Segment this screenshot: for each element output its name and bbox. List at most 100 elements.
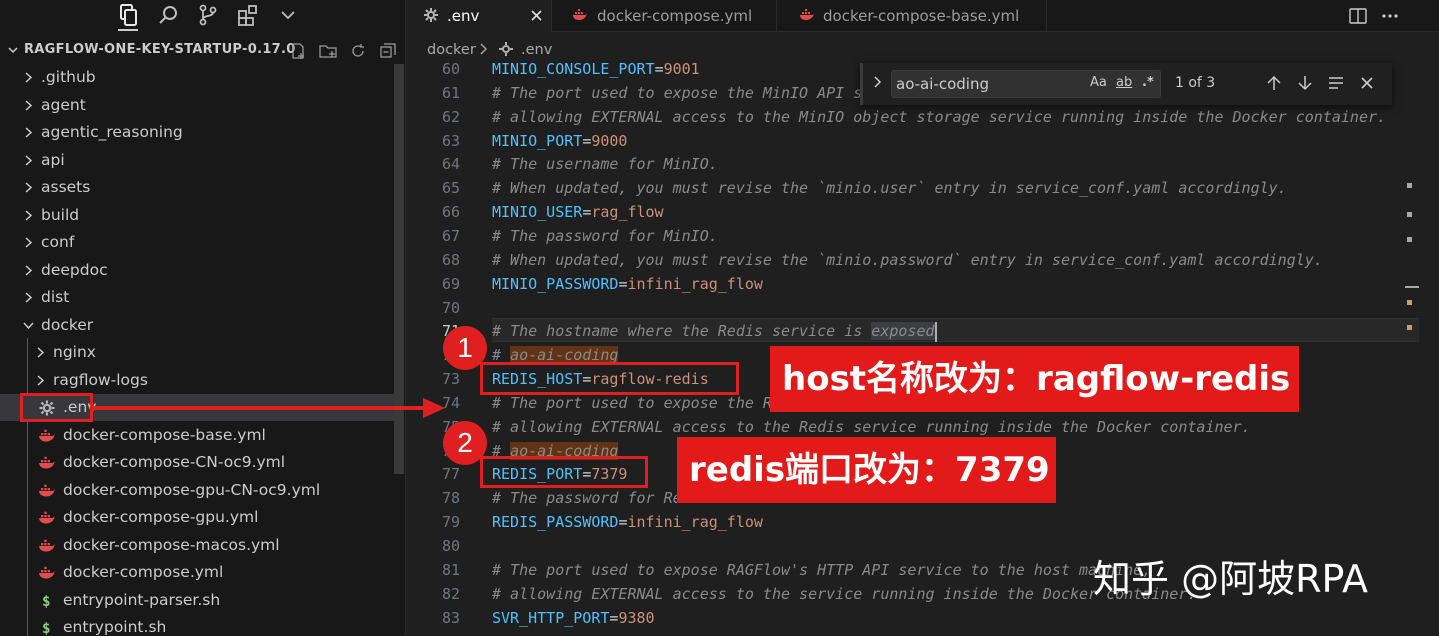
code-line[interactable]: # When updated, you must revise the `min… — [492, 248, 1323, 272]
match-case-toggle[interactable]: Aa — [1090, 75, 1107, 90]
breadcrumb-folder[interactable]: docker — [427, 42, 476, 58]
breadcrumb-file[interactable]: .env — [521, 42, 552, 58]
tree-item[interactable]: docker-compose-gpu-CN-oc9.yml — [0, 477, 394, 504]
code-line[interactable]: MINIO_CONSOLE_PORT=9001 — [492, 60, 700, 81]
more-actions-icon[interactable] — [1380, 6, 1400, 26]
line-number: 67 — [441, 227, 460, 245]
tree-item[interactable]: dist — [0, 284, 394, 311]
chevron-right-icon[interactable] — [22, 264, 35, 277]
code-line[interactable]: # The hostname where the Redis service i… — [492, 319, 937, 343]
tree-item[interactable]: docker-compose-gpu.yml — [0, 504, 394, 531]
tree-item[interactable]: docker-compose.yml — [0, 559, 394, 586]
gear-icon — [498, 41, 514, 61]
ruler-cursor — [1405, 286, 1419, 288]
code-line[interactable]: MINIO_PORT=9000 — [492, 129, 627, 153]
overview-ruler — [1405, 60, 1419, 636]
line-number: 77 — [441, 465, 460, 483]
tree-item[interactable]: api — [0, 147, 394, 174]
code-line[interactable]: # When updated, you must revise the `min… — [492, 176, 1287, 200]
chevron-right-icon — [479, 41, 489, 61]
collapse-all-icon[interactable] — [378, 41, 398, 61]
code-line[interactable]: # allowing EXTERNAL access to the servic… — [492, 582, 1196, 606]
chevron-right-icon[interactable] — [871, 75, 885, 89]
tree-item-label: deepdoc — [41, 260, 108, 279]
line-number: 82 — [441, 585, 460, 603]
tree-item[interactable]: $ entrypoint-parser.sh — [0, 587, 394, 614]
source-control-icon[interactable] — [195, 2, 221, 28]
find-in-selection-icon[interactable] — [1326, 73, 1346, 93]
line-number: 64 — [441, 155, 460, 173]
code-line[interactable]: # The port used to expose RAGFlow's HTTP… — [492, 558, 1151, 582]
tree-item[interactable]: agent — [0, 92, 394, 119]
tree-item[interactable]: docker-compose-macos.yml — [0, 532, 394, 559]
explorer-sidebar: RAGFLOW-ONE-KEY-STARTUP-0.17.0 .github ag… — [0, 0, 406, 636]
tree-item[interactable]: nginx — [0, 339, 394, 366]
code-line[interactable]: # The username for MinIO. — [492, 152, 718, 176]
tree-item[interactable]: docker — [0, 312, 394, 339]
ruler-mark — [1407, 325, 1412, 330]
close-icon[interactable] — [529, 8, 544, 23]
code-line[interactable]: # The password for MinIO. — [492, 224, 718, 248]
code-line[interactable]: # allowing EXTERNAL access to the MinIO … — [492, 105, 1386, 129]
chevron-down-icon[interactable] — [275, 2, 301, 28]
close-icon[interactable] — [1357, 73, 1377, 93]
chevron-right-icon[interactable] — [22, 154, 35, 167]
chevron-right-icon[interactable] — [34, 346, 47, 359]
line-number: 70 — [441, 299, 460, 317]
tree-item-label: .github — [41, 68, 96, 86]
line-number: 73 — [441, 370, 460, 388]
new-file-icon[interactable] — [288, 41, 308, 61]
tab-label: docker-compose-base.yml — [823, 7, 1020, 25]
arrow-down-icon[interactable] — [1295, 73, 1315, 93]
chevron-right-icon[interactable] — [22, 71, 35, 84]
code-line[interactable]: MINIO_PASSWORD=infini_rag_flow — [492, 272, 763, 296]
code-line[interactable]: MINIO_USER=rag_flow — [492, 200, 664, 224]
chevron-right-icon[interactable] — [22, 181, 35, 194]
tab-docker-compose-base[interactable]: docker-compose-base.yml — [777, 0, 1047, 32]
whole-word-toggle[interactable]: ab — [1116, 75, 1132, 90]
chevron-down-icon[interactable] — [22, 319, 35, 332]
regex-toggle[interactable]: .* — [1142, 75, 1154, 90]
refresh-icon[interactable] — [348, 41, 368, 61]
explorer-header[interactable]: RAGFLOW-ONE-KEY-STARTUP-0.17.0 — [0, 38, 406, 64]
tree-item-label: agent — [41, 95, 86, 114]
code-line[interactable]: # allowing EXTERNAL access to the Redis … — [492, 415, 1251, 439]
tree-item[interactable]: ragflow-logs — [0, 367, 394, 394]
docker-icon — [39, 456, 55, 469]
text-cursor — [934, 321, 937, 342]
tree-item[interactable]: conf — [0, 229, 394, 256]
arrow-up-icon[interactable] — [1264, 73, 1284, 93]
ruler-mark — [1407, 237, 1412, 242]
chevron-right-icon[interactable] — [22, 291, 35, 304]
docker-icon — [39, 539, 55, 551]
search-icon[interactable] — [156, 2, 182, 28]
extensions-icon[interactable] — [235, 2, 261, 28]
tree-item[interactable]: agentic_reasoning — [0, 119, 394, 146]
tree-item[interactable]: deepdoc — [0, 257, 394, 284]
activity-toolbar — [0, 0, 406, 31]
tree-item[interactable]: docker-compose-base.yml — [0, 422, 394, 449]
docker-icon — [39, 429, 55, 441]
tab-env[interactable]: .env — [407, 0, 552, 32]
explorer-icon[interactable] — [115, 2, 141, 31]
chevron-right-icon[interactable] — [22, 99, 35, 112]
code-line[interactable]: SVR_HTTP_PORT=9380 — [492, 606, 655, 630]
code-line[interactable]: REDIS_PASSWORD=infini_rag_flow — [492, 510, 763, 534]
tree-item-label: docker-compose-base.yml — [63, 425, 266, 444]
tab-docker-compose[interactable]: docker-compose.yml — [552, 0, 777, 32]
tree-item[interactable]: build — [0, 202, 394, 229]
tree-item[interactable]: assets — [0, 174, 394, 201]
chevron-right-icon[interactable] — [22, 236, 35, 249]
chevron-right-icon[interactable] — [22, 209, 35, 222]
tree-item-label: dist — [41, 288, 70, 306]
find-input[interactable] — [896, 74, 1076, 94]
split-editor-icon[interactable] — [1348, 6, 1368, 26]
chevron-right-icon[interactable] — [22, 126, 35, 139]
svg-text:$: $ — [42, 594, 50, 610]
tree-item[interactable]: $ entrypoint.sh — [0, 614, 394, 636]
chevron-down-icon[interactable] — [7, 44, 19, 56]
chevron-right-icon[interactable] — [34, 374, 47, 387]
tree-item[interactable]: .github — [0, 64, 394, 91]
new-folder-icon[interactable] — [318, 41, 338, 61]
tree-item[interactable]: docker-compose-CN-oc9.yml — [0, 449, 394, 476]
